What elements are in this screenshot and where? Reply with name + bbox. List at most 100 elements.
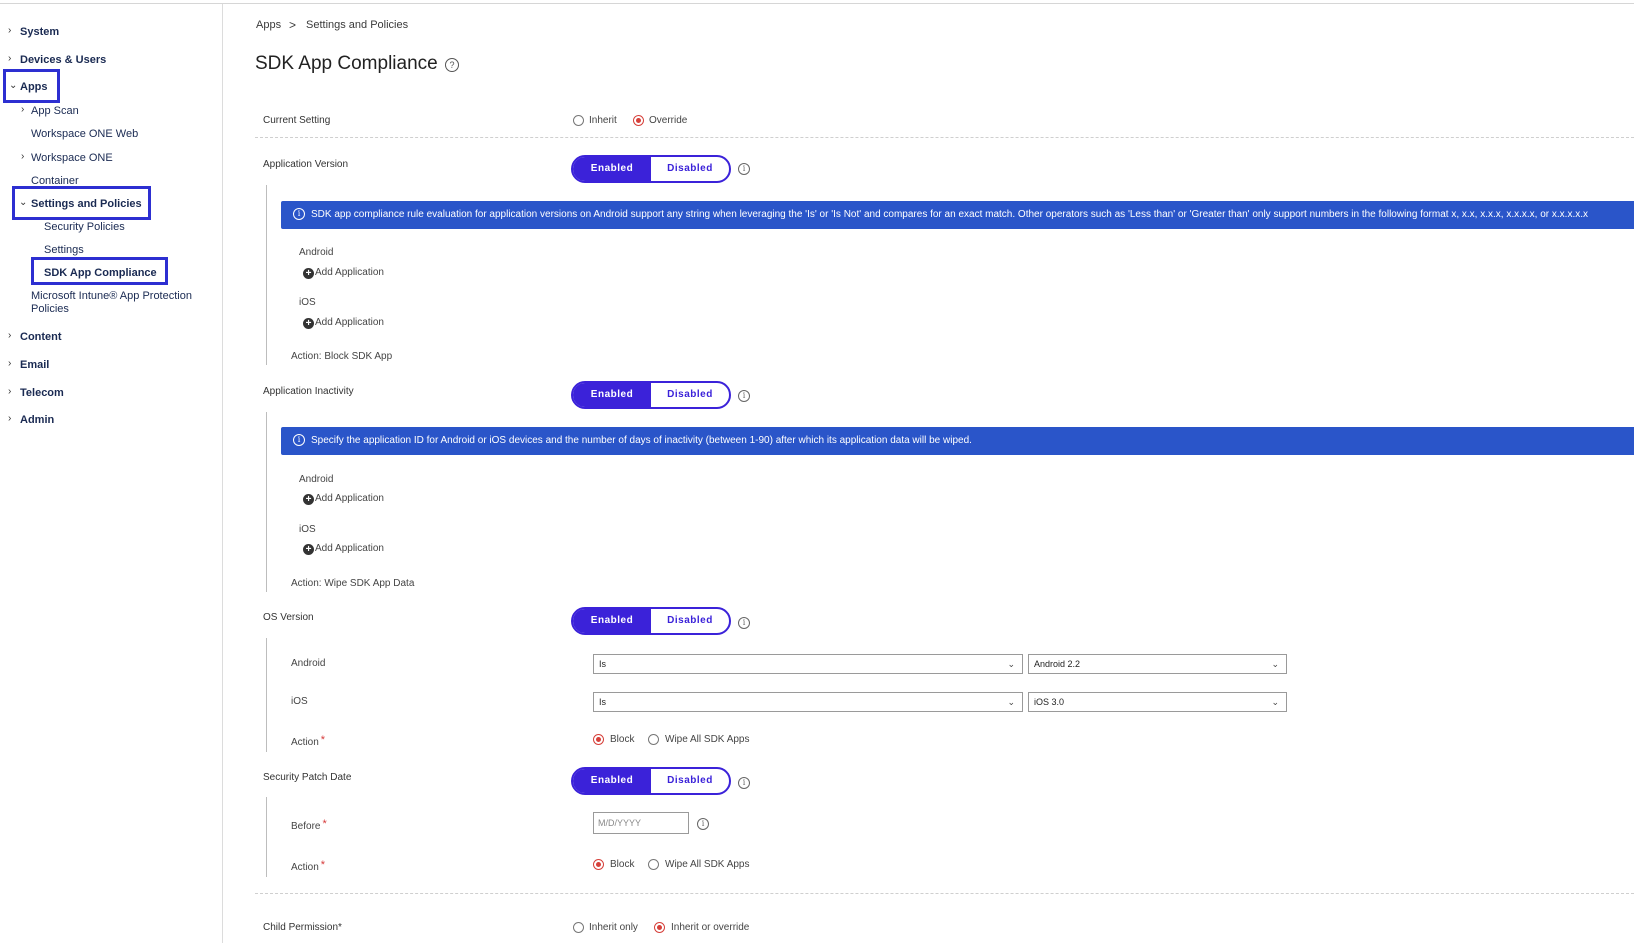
override-radio[interactable] xyxy=(633,115,644,126)
security-patch-date-toggle[interactable]: Enabled Disabled xyxy=(571,767,731,795)
info-icon[interactable]: i xyxy=(738,617,750,629)
chevron-right-icon: › xyxy=(8,25,12,36)
add-application-button[interactable]: + Add Application xyxy=(303,492,384,505)
breadcrumb-apps[interactable]: Apps xyxy=(256,18,281,32)
enabled-option[interactable]: Enabled xyxy=(573,609,651,633)
info-icon[interactable]: i xyxy=(738,163,750,175)
ios-label: iOS xyxy=(299,297,316,308)
section-indent-line xyxy=(266,185,267,365)
chevron-right-icon: › xyxy=(8,330,12,341)
plus-circle-icon: + xyxy=(303,494,314,505)
sidebar-item-sdk-app-compliance[interactable]: SDK App Compliance xyxy=(44,266,157,280)
add-application-button[interactable]: + Add Application xyxy=(303,542,384,555)
sidebar-item-security-policies[interactable]: Security Policies xyxy=(44,220,125,234)
chevron-down-icon: ⌄ xyxy=(9,80,18,91)
select-value: Is xyxy=(599,659,607,669)
wipe-all-radio-label: Wipe All SDK Apps xyxy=(665,734,750,745)
sidebar-item-settings-policies[interactable]: Settings and Policies xyxy=(31,197,142,211)
sidebar-item-intune-line2[interactable]: Policies xyxy=(31,302,69,316)
chevron-right-icon: › xyxy=(8,386,12,397)
inherit-radio[interactable] xyxy=(573,115,584,126)
help-icon[interactable]: ? xyxy=(445,58,459,72)
os-ios-label: iOS xyxy=(291,696,308,707)
sidebar-item-settings[interactable]: Settings xyxy=(44,243,84,257)
ios-label: iOS xyxy=(299,524,316,535)
sidebar-item-devices-users[interactable]: Devices & Users xyxy=(20,53,106,67)
add-application-button[interactable]: + Add Application xyxy=(303,266,384,279)
wipe-all-radio[interactable] xyxy=(648,859,659,870)
sidebar-item-apps[interactable]: Apps xyxy=(20,80,48,94)
disabled-option[interactable]: Disabled xyxy=(651,769,729,793)
application-inactivity-toggle[interactable]: Enabled Disabled xyxy=(571,381,731,409)
add-application-label: Add Application xyxy=(315,267,384,278)
chevron-right-icon: › xyxy=(8,358,12,369)
info-circle-icon: i xyxy=(293,434,305,447)
override-radio-label: Override xyxy=(649,115,688,126)
chevron-right-icon: › xyxy=(8,413,12,424)
info-icon[interactable]: i xyxy=(738,390,750,402)
enabled-option[interactable]: Enabled xyxy=(573,383,651,407)
page-title: SDK App Compliance xyxy=(255,53,438,74)
chevron-right-icon: › xyxy=(8,53,12,64)
block-radio-label: Block xyxy=(610,859,635,870)
wipe-all-radio[interactable] xyxy=(648,734,659,745)
sidebar-item-workspace-one-web[interactable]: Workspace ONE Web xyxy=(31,127,138,141)
sidebar-item-app-scan[interactable]: App Scan xyxy=(31,104,79,118)
enabled-option[interactable]: Enabled xyxy=(573,157,651,181)
add-application-label: Add Application xyxy=(315,493,384,504)
ios-operator-select[interactable]: Is ⌄ xyxy=(593,692,1023,712)
current-setting-label: Current Setting xyxy=(263,115,331,126)
ios-version-select[interactable]: iOS 3.0 ⌄ xyxy=(1028,692,1287,712)
banner-text: SDK app compliance rule evaluation for a… xyxy=(311,209,1589,220)
disabled-option[interactable]: Disabled xyxy=(651,609,729,633)
info-icon[interactable]: i xyxy=(697,818,709,830)
sidebar-item-system[interactable]: System xyxy=(20,25,59,39)
add-application-button[interactable]: + Add Application xyxy=(303,316,384,329)
disabled-option[interactable]: Disabled xyxy=(651,157,729,181)
sidebar-item-workspace-one[interactable]: Workspace ONE xyxy=(31,151,113,165)
sidebar-item-email[interactable]: Email xyxy=(20,358,49,372)
android-label: Android xyxy=(299,474,334,485)
breadcrumb-separator: > xyxy=(289,18,297,32)
android-version-select[interactable]: Android 2.2 ⌄ xyxy=(1028,654,1287,674)
inherit-or-override-radio[interactable] xyxy=(654,922,665,933)
before-date-input[interactable]: M/D/YYYY xyxy=(593,812,689,834)
info-icon[interactable]: i xyxy=(738,777,750,789)
sidebar-item-content[interactable]: Content xyxy=(20,330,62,344)
plus-circle-icon: + xyxy=(303,268,314,279)
os-version-toggle[interactable]: Enabled Disabled xyxy=(571,607,731,635)
os-action-label: Action * xyxy=(291,734,326,748)
divider xyxy=(255,137,1634,138)
sidebar: › System › Devices & Users ⌄ Apps › App … xyxy=(0,4,223,943)
add-application-label: Add Application xyxy=(315,543,384,554)
before-label: Before * xyxy=(291,818,327,832)
disabled-option[interactable]: Disabled xyxy=(651,383,729,407)
block-radio[interactable] xyxy=(593,734,604,745)
inherit-only-radio[interactable] xyxy=(573,922,584,933)
child-permission-label: Child Permission* xyxy=(263,922,342,933)
divider xyxy=(255,893,1634,894)
plus-circle-icon: + xyxy=(303,318,314,329)
chevron-down-icon: ⌄ xyxy=(1271,659,1279,669)
breadcrumb-settings-policies[interactable]: Settings and Policies xyxy=(306,18,408,32)
android-operator-select[interactable]: Is ⌄ xyxy=(593,654,1023,674)
section-indent-line xyxy=(266,412,267,592)
enabled-option[interactable]: Enabled xyxy=(573,769,651,793)
sidebar-item-intune[interactable]: Microsoft Intune® App Protection xyxy=(31,289,192,303)
inherit-only-radio-label: Inherit only xyxy=(589,922,638,933)
sidebar-item-telecom[interactable]: Telecom xyxy=(20,386,64,400)
select-value: iOS 3.0 xyxy=(1034,697,1065,707)
application-version-label: Application Version xyxy=(263,159,349,170)
inherit-radio-label: Inherit xyxy=(589,115,617,126)
banner-text: Specify the application ID for Android o… xyxy=(311,435,972,446)
plus-circle-icon: + xyxy=(303,544,314,555)
android-label: Android xyxy=(299,247,334,258)
application-version-toggle[interactable]: Enabled Disabled xyxy=(571,155,731,183)
inherit-or-override-radio-label: Inherit or override xyxy=(671,922,750,933)
block-radio[interactable] xyxy=(593,859,604,870)
add-application-label: Add Application xyxy=(315,317,384,328)
action-text: Action: Wipe SDK App Data xyxy=(291,578,415,589)
sidebar-item-admin[interactable]: Admin xyxy=(20,413,54,427)
select-value: Android 2.2 xyxy=(1034,659,1081,669)
patch-action-label: Action * xyxy=(291,859,326,873)
